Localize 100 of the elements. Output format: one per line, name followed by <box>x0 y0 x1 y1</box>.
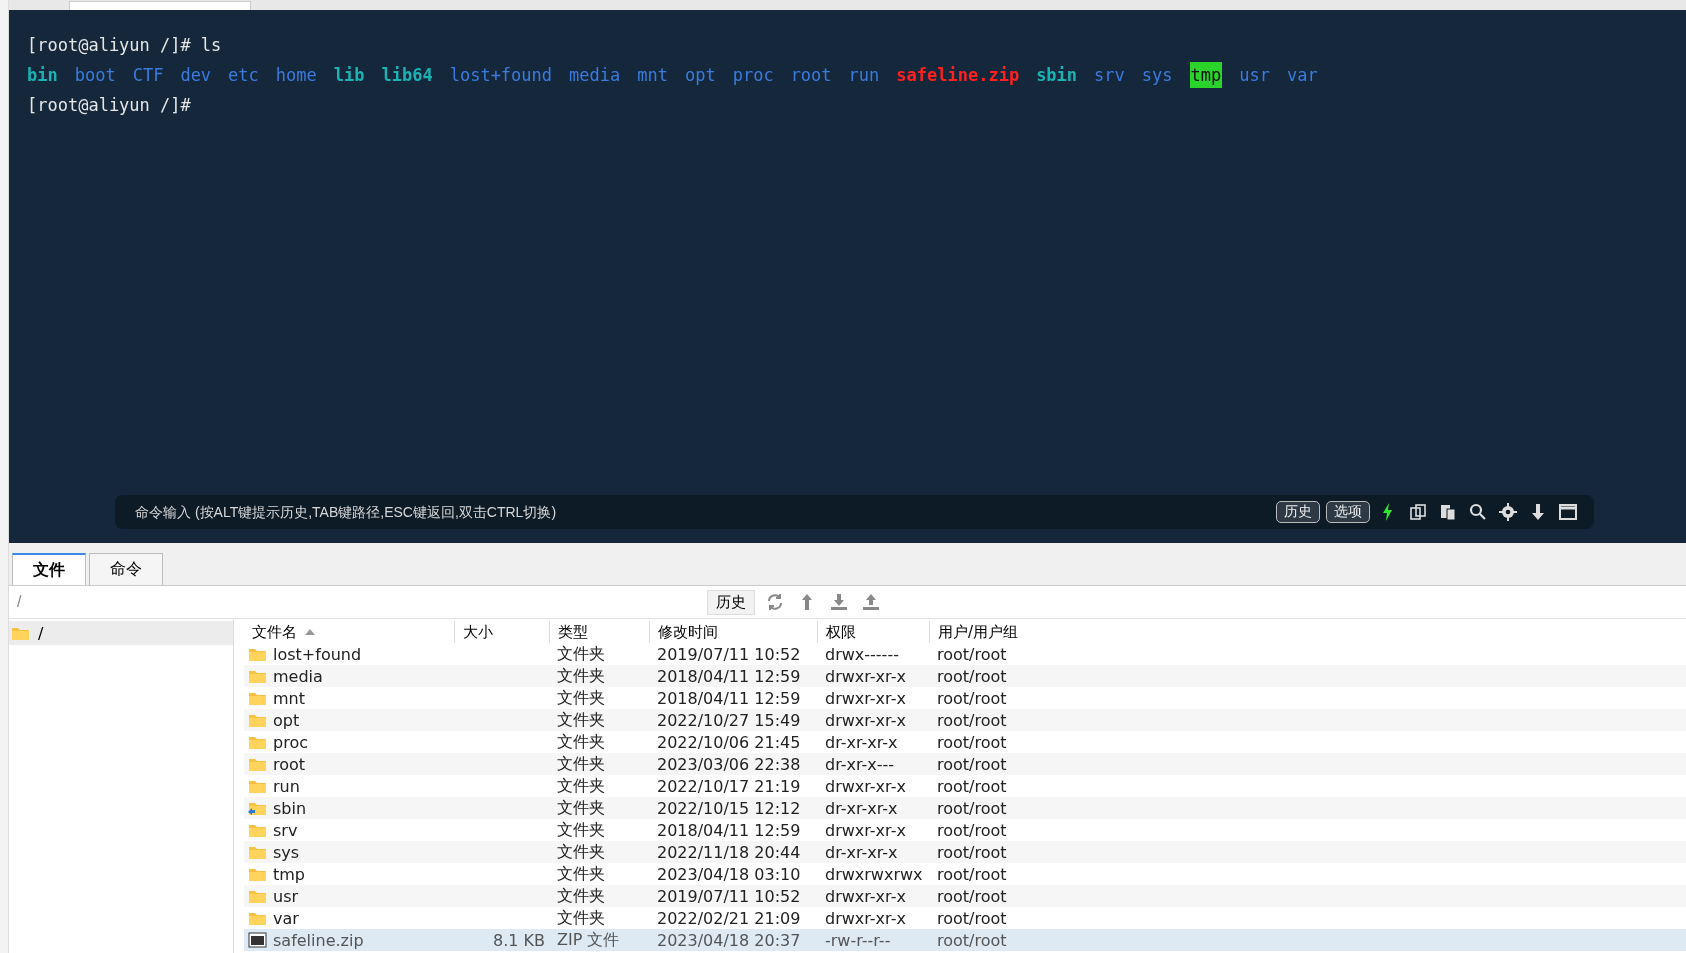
owner-group: root/root <box>937 908 1007 928</box>
owner-group: root/root <box>937 644 1007 664</box>
listing-entry: lost+found <box>449 65 553 85</box>
folder-icon <box>248 910 267 926</box>
file-type: 文件夹 <box>557 797 605 817</box>
file-type: 文件夹 <box>557 885 605 905</box>
listing-entry: sbin <box>1036 65 1078 85</box>
owner-group: root/root <box>937 776 1007 796</box>
permissions: drwxr-xr-x <box>825 776 906 796</box>
folder-icon <box>248 844 267 860</box>
column-header[interactable]: 权限 <box>826 622 856 642</box>
file-name: lost+found <box>273 644 362 664</box>
file-row[interactable]: sbin 文件夹 2022/10/15 12:12 dr-xr-xr-x root/root <box>244 797 1686 819</box>
modified-time: 2023/04/18 03:10 <box>657 864 801 884</box>
permissions: drwxr-xr-x <box>825 908 906 928</box>
bar-button[interactable]: 历史 <box>1276 501 1320 523</box>
listing-entry: sys <box>1141 65 1173 85</box>
sort-ascending-icon <box>305 629 315 635</box>
column-header[interactable]: 修改时间 <box>658 622 718 642</box>
file-name: safeline.zip <box>273 930 364 950</box>
file-type: 文件夹 <box>557 709 605 729</box>
bar-button[interactable]: 选项 <box>1326 501 1370 523</box>
modified-time: 2018/04/11 12:59 <box>657 666 801 686</box>
listing-entry: var <box>1286 65 1318 85</box>
panel-tab[interactable]: 命令 <box>89 553 163 585</box>
listing-entry: run <box>848 65 880 85</box>
modified-time: 2018/04/11 12:59 <box>657 688 801 708</box>
tree-item[interactable]: / <box>9 621 233 645</box>
listing-entry: etc <box>228 65 259 85</box>
owner-group: root/root <box>937 754 1007 774</box>
splitter-handle[interactable] <box>9 543 1686 551</box>
file-type: ZIP 文件 <box>557 929 620 949</box>
file-row[interactable]: safeline.zip 8.1 KB ZIP 文件 2023/04/18 20:37 -rw-r--r-- root/root <box>244 929 1686 951</box>
folder-icon <box>248 888 267 904</box>
listing-entry: proc <box>732 65 774 85</box>
modified-time: 2022/10/27 15:49 <box>657 710 801 730</box>
column-header[interactable]: 大小 <box>463 622 493 642</box>
file-name: sys <box>273 842 300 862</box>
listing-entry: boot <box>74 65 116 85</box>
file-type: 文件夹 <box>557 753 605 773</box>
owner-group: root/root <box>937 732 1007 752</box>
modified-time: 2022/11/18 20:44 <box>657 842 801 862</box>
folder-link-icon <box>248 800 267 816</box>
listing-entry: root <box>790 65 832 85</box>
terminal[interactable]: [root@aliyun /]# ls bin boot CTF dev etc home lib lib64 lost+found media mnt opt proc root run safeline.zip sbin srv sys tmp usr var [root@aliyun /]# 命令输入 (按ALT键提示历史,TAB键路径,ESC键返回,双击CTRL切换) 历史 选项 <box>9 10 1686 543</box>
listing-entry: media <box>569 65 621 85</box>
owner-group: root/root <box>937 820 1007 840</box>
file-row[interactable]: media 文件夹 2018/04/11 12:59 drwxr-xr-x root/root <box>244 665 1686 687</box>
file-name: media <box>273 666 323 686</box>
owner-group: root/root <box>937 666 1007 686</box>
command-text: ls <box>200 35 222 55</box>
column-header[interactable]: 文件名 <box>252 622 297 642</box>
column-header[interactable]: 用户/用户组 <box>938 622 1019 642</box>
folder-icon <box>248 690 267 706</box>
permissions: drwxr-xr-x <box>825 688 906 708</box>
command-input[interactable]: 命令输入 (按ALT键提示历史,TAB键路径,ESC键返回,双击CTRL切换) 历史 选项 <box>115 495 1594 529</box>
file-type: 文件夹 <box>557 841 605 861</box>
file-type: 文件夹 <box>557 907 605 927</box>
listing-entry: mnt <box>637 65 668 85</box>
listing-entry: usr <box>1239 65 1270 85</box>
tree-label: / <box>38 623 44 643</box>
permissions: -rw-r--r-- <box>825 930 891 950</box>
modified-time: 2022/10/15 12:12 <box>657 798 801 818</box>
file-row[interactable]: root 文件夹 2023/03/06 22:38 dr-xr-x--- root/root <box>244 753 1686 775</box>
file-name: mnt <box>273 688 305 708</box>
file-row[interactable]: opt 文件夹 2022/10/27 15:49 drwxr-xr-x root/root <box>244 709 1686 731</box>
listing-entry: srv <box>1094 65 1125 85</box>
folder-icon <box>248 734 267 750</box>
modified-time: 2022/10/17 21:19 <box>657 776 801 796</box>
listing-entry: bin <box>27 65 58 85</box>
modified-time: 2018/04/11 12:59 <box>657 820 801 840</box>
file-row[interactable]: usr 文件夹 2019/07/11 10:52 drwxr-xr-x root/root <box>244 885 1686 907</box>
listing-entry: tmp <box>1189 62 1223 88</box>
permissions: drwxrwxrwx <box>825 864 923 884</box>
modified-time: 2022/02/21 21:09 <box>657 908 801 928</box>
folder-icon <box>248 866 267 882</box>
panel-tab[interactable]: 文件 <box>12 553 86 585</box>
permissions: drwx------ <box>825 644 899 664</box>
folder-icon <box>248 756 267 772</box>
file-name: root <box>273 754 306 774</box>
modified-time: 2023/03/06 22:38 <box>657 754 801 774</box>
file-name: srv <box>273 820 298 840</box>
history-button[interactable]: 历史 <box>707 589 755 615</box>
column-header[interactable]: 类型 <box>558 622 588 642</box>
file-name: opt <box>273 710 300 730</box>
modified-time: 2023/04/18 20:37 <box>657 930 801 950</box>
listing-entry: lib <box>333 65 365 85</box>
path-field[interactable]: / <box>15 592 699 612</box>
modified-time: 2019/07/11 10:52 <box>657 886 801 906</box>
permissions: drwxr-xr-x <box>825 666 906 686</box>
file-name: sbin <box>273 798 307 818</box>
file-type: 文件夹 <box>557 731 605 751</box>
folder-icon <box>248 778 267 794</box>
permissions: drwxr-xr-x <box>825 710 906 730</box>
file-type: 文件夹 <box>557 819 605 839</box>
modified-time: 2019/07/11 10:52 <box>657 644 801 664</box>
listing-entry: safeline.zip <box>896 65 1020 85</box>
file-row[interactable]: sys 文件夹 2022/11/18 20:44 dr-xr-xr-x root/root <box>244 841 1686 863</box>
folder-icon <box>248 822 267 838</box>
owner-group: root/root <box>937 798 1007 818</box>
